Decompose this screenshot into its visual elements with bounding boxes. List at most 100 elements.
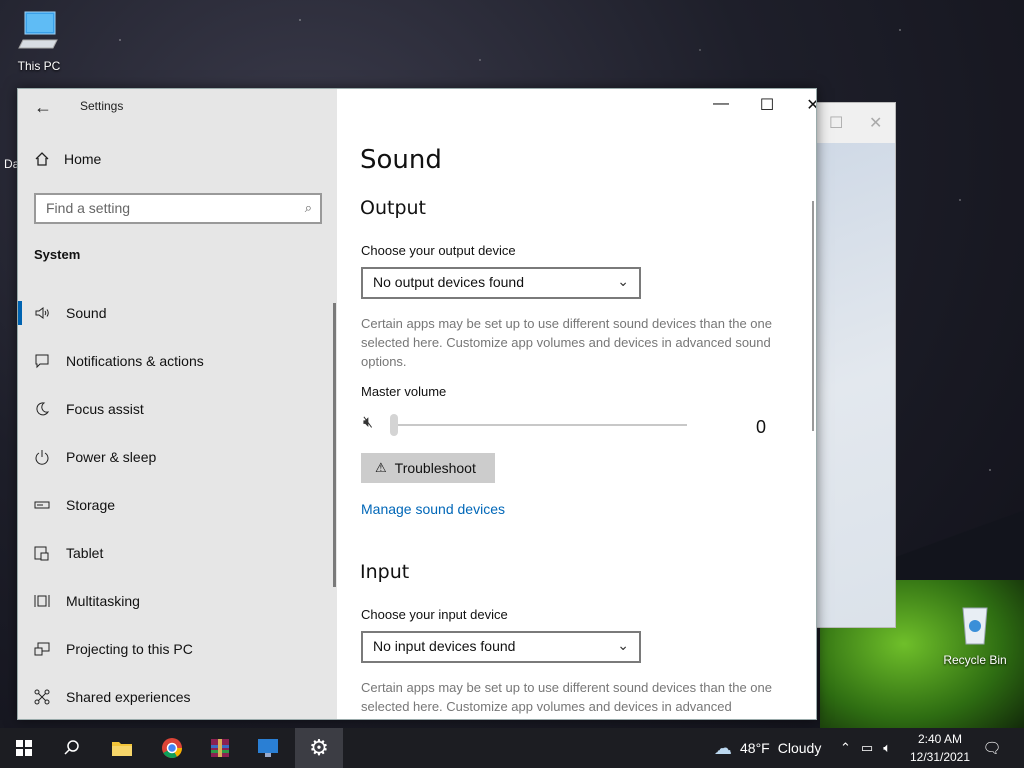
settings-window: ← Settings Home Find a setting ⌕ System … [17, 88, 817, 720]
sidebar-item-power-sleep[interactable]: Power & sleep [18, 433, 337, 481]
recycle-bin-label: Recycle Bin [943, 653, 1007, 667]
input-device-label: Choose your input device [361, 607, 508, 622]
maximize-icon[interactable]: ☐ [755, 95, 779, 115]
settings-sidebar: ← Settings Home Find a setting ⌕ System … [18, 89, 337, 719]
home-link[interactable]: Home [34, 151, 101, 167]
chevron-up-icon[interactable]: ⌃ [840, 740, 851, 756]
sidebar-item-label: Notifications & actions [66, 353, 204, 369]
volume-slider-thumb[interactable] [390, 414, 398, 436]
chrome-icon [162, 738, 182, 758]
storage-icon [34, 501, 50, 509]
volume-value: 0 [756, 417, 767, 437]
remote-desktop-button[interactable] [244, 728, 292, 768]
output-device-dropdown[interactable]: No output devices found ⌄ [361, 267, 641, 299]
chevron-down-icon: ⌄ [617, 273, 629, 289]
remote-desktop-icon [258, 739, 278, 757]
settings-taskbar-button[interactable]: ⚙ [295, 728, 343, 768]
sidebar-item-label: Multitasking [66, 593, 140, 609]
search-icon: ⌕ [304, 200, 312, 215]
chrome-button[interactable] [148, 728, 196, 768]
background-close-icon[interactable]: ✕ [869, 113, 882, 133]
sidebar-item-label: Shared experiences [66, 689, 191, 705]
recycle-bin-icon [962, 607, 988, 645]
volume-muted-icon[interactable]: 🔈︎ [883, 740, 891, 756]
output-device-value: No output devices found [373, 274, 524, 290]
back-arrow-icon[interactable]: ← [34, 97, 52, 118]
sidebar-item-sound[interactable]: Sound [18, 289, 337, 337]
sidebar-item-tablet[interactable]: Tablet [18, 529, 337, 577]
search-button[interactable] [48, 728, 96, 768]
notification-icon: 🗨︎ [982, 740, 1002, 757]
sidebar-scrollbar[interactable] [333, 303, 336, 587]
weather-temp: 48°F [740, 740, 770, 756]
close-icon[interactable]: ✕ [801, 95, 816, 115]
sidebar-item-projecting[interactable]: Projecting to this PC [18, 625, 337, 673]
moon-icon [36, 402, 50, 416]
sidebar-item-notifications[interactable]: Notifications & actions [18, 337, 337, 385]
manage-sound-devices-link[interactable]: Manage sound devices [361, 501, 505, 517]
volume-slider-track[interactable] [395, 424, 687, 426]
sidebar-item-storage[interactable]: Storage [18, 481, 337, 529]
clock-date: 12/31/2021 [909, 750, 971, 764]
home-label: Home [64, 151, 102, 167]
windows-icon [16, 740, 32, 756]
output-description: Certain apps may be set up to use differ… [361, 316, 772, 369]
action-center-button[interactable]: 🗨︎ [968, 728, 1016, 768]
sidebar-item-shared-experiences[interactable]: Shared experiences [18, 673, 337, 719]
computer-icon [18, 11, 58, 49]
warning-icon: ⚠ [375, 460, 387, 475]
projector-icon [34, 642, 50, 656]
multitasking-icon [34, 595, 50, 607]
chevron-down-icon: ⌄ [617, 637, 629, 653]
taskbar: ⚙ ☁ 48°F Cloudy ⌃ ▭ 🔈︎ 2:40 AM 12/31/202… [0, 728, 1024, 768]
speaker-icon [35, 307, 49, 319]
background-maximize-icon[interactable]: ☐ [829, 113, 843, 133]
search-placeholder: Find a setting [46, 200, 131, 216]
home-icon [35, 152, 49, 166]
input-device-dropdown[interactable]: No input devices found ⌄ [361, 631, 641, 663]
tablet-icon [34, 546, 49, 561]
input-device-value: No input devices found [373, 638, 516, 654]
sidebar-item-label: Storage [66, 497, 116, 513]
winrar-button[interactable] [196, 728, 244, 768]
output-heading: Output [360, 197, 426, 219]
notification-icon [35, 354, 49, 369]
troubleshoot-label: Troubleshoot [394, 460, 476, 476]
sidebar-item-label: Focus assist [66, 401, 144, 417]
this-pc-label: This PC [17, 59, 61, 73]
troubleshoot-button[interactable]: ⚠ Troubleshoot [361, 453, 495, 483]
output-device-label: Choose your output device [361, 243, 516, 258]
this-pc-shortcut[interactable]: This PC [4, 8, 74, 73]
file-explorer-button[interactable] [98, 728, 146, 768]
sidebar-item-label: Tablet [66, 545, 104, 561]
gear-icon: ⚙ [309, 735, 329, 760]
window-title: Settings [80, 99, 124, 113]
clock-time: 2:40 AM [917, 732, 963, 746]
search-icon [64, 740, 79, 755]
master-volume-label: Master volume [361, 384, 447, 399]
recycle-bin-shortcut[interactable]: Recycle Bin [940, 602, 1010, 667]
cloud-icon: ☁ [714, 737, 732, 758]
weather-widget[interactable]: ☁ 48°F Cloudy [714, 728, 821, 768]
sidebar-item-label: Power & sleep [66, 449, 157, 465]
shared-icon [34, 689, 50, 705]
system-tray: ⌃ ▭ 🔈︎ [840, 728, 891, 768]
power-icon [35, 450, 49, 465]
settings-main: — ☐ ✕ Sound Output Choose your output de… [337, 89, 816, 719]
input-description: Certain apps may be set up to use differ… [361, 680, 772, 714]
weather-text: Cloudy [777, 740, 822, 756]
mute-icon[interactable]: 🔇︎ [363, 414, 373, 432]
search-input[interactable]: Find a setting ⌕ [34, 193, 322, 224]
minimize-icon[interactable]: — [709, 95, 733, 113]
folder-icon [112, 742, 132, 756]
archive-icon [211, 739, 229, 757]
sidebar-item-focus-assist[interactable]: Focus assist [18, 385, 337, 433]
settings-nav: Sound Notifications & actions Focus assi… [18, 289, 337, 719]
input-heading: Input [360, 561, 410, 583]
sidebar-item-multitasking[interactable]: Multitasking [18, 577, 337, 625]
network-icon[interactable]: ▭ [861, 740, 873, 756]
section-title: System [34, 247, 81, 262]
start-button[interactable] [0, 728, 48, 768]
clock[interactable]: 2:40 AM 12/31/2021 [906, 730, 974, 766]
main-scrollbar[interactable] [812, 201, 814, 431]
